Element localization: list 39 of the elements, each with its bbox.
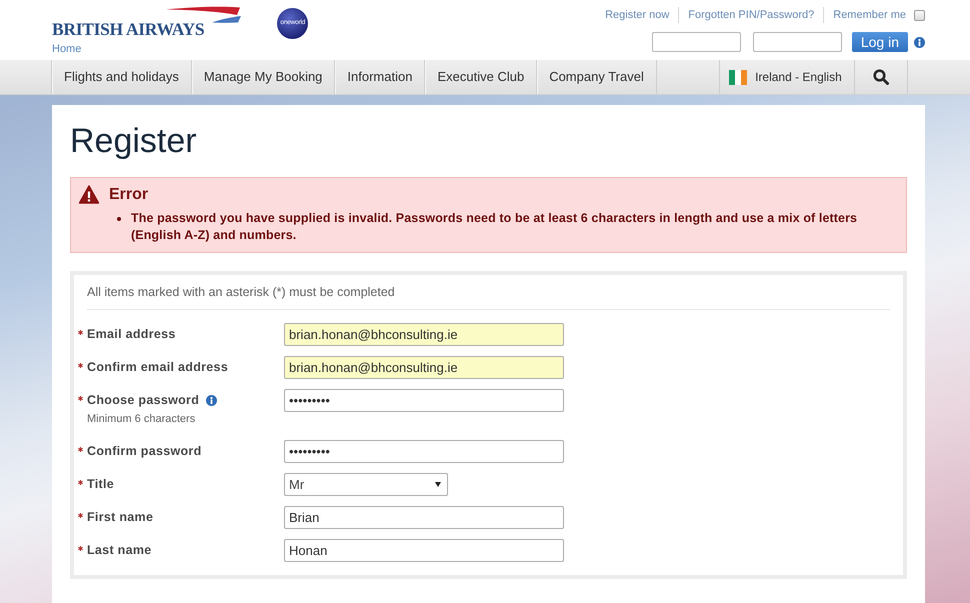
info-icon[interactable] bbox=[206, 395, 218, 406]
field-label: Choose password bbox=[87, 393, 200, 408]
required-note: All items marked with an asterisk (*) must be completed bbox=[86, 284, 396, 299]
field-label: First name bbox=[87, 510, 154, 525]
home-link[interactable]: Home bbox=[52, 43, 82, 56]
error-title: Error bbox=[109, 185, 148, 204]
input-field[interactable]: ••••••••• bbox=[284, 389, 564, 412]
info-icon[interactable] bbox=[914, 36, 925, 48]
nav-item[interactable]: Executive Club bbox=[425, 60, 538, 94]
field-label: Last name bbox=[87, 543, 152, 558]
flag-icon bbox=[729, 70, 748, 84]
error-message: The password you have supplied is invalid. Passwords need to be at least 6 characters in length and use a mix of letters (English A-Z) and numbers. bbox=[131, 210, 858, 244]
page-title: Register bbox=[70, 121, 198, 162]
input-field[interactable]: Honan bbox=[284, 539, 564, 562]
remember-me-checkbox[interactable] bbox=[914, 10, 925, 20]
hint-text: Minimum 6 characters bbox=[86, 412, 196, 426]
nav-item[interactable]: Company Travel bbox=[537, 60, 657, 94]
bullet-icon bbox=[117, 217, 121, 221]
logo-text: BRITISH AIRWAYS bbox=[52, 20, 204, 38]
login-field[interactable] bbox=[752, 32, 842, 52]
language-selector[interactable]: Ireland - English bbox=[720, 60, 855, 94]
warning-icon bbox=[79, 185, 99, 204]
input-field[interactable]: brian.honan@bhconsulting.ie bbox=[284, 356, 564, 379]
nav-item[interactable]: Manage My Booking bbox=[192, 60, 336, 94]
search-icon bbox=[872, 69, 889, 85]
input-field[interactable]: brian.honan@bhconsulting.ie bbox=[284, 323, 564, 346]
field-label: Confirm password bbox=[87, 444, 202, 459]
login-field[interactable] bbox=[652, 32, 741, 52]
caret-icon bbox=[435, 482, 441, 487]
nav-item[interactable]: Flights and holidays bbox=[52, 60, 192, 94]
field-label: Title bbox=[87, 477, 114, 492]
input-field[interactable]: ••••••••• bbox=[284, 440, 564, 463]
field-label: Email address bbox=[87, 327, 176, 342]
remember-me-label[interactable]: Remember me bbox=[833, 8, 906, 22]
select-field[interactable]: Mr bbox=[284, 473, 448, 496]
input-field[interactable]: Brian bbox=[284, 506, 564, 529]
field-label: Confirm email address bbox=[87, 360, 228, 375]
login-button[interactable]: Log in bbox=[852, 32, 908, 52]
nav-item[interactable]: Information bbox=[335, 60, 426, 94]
